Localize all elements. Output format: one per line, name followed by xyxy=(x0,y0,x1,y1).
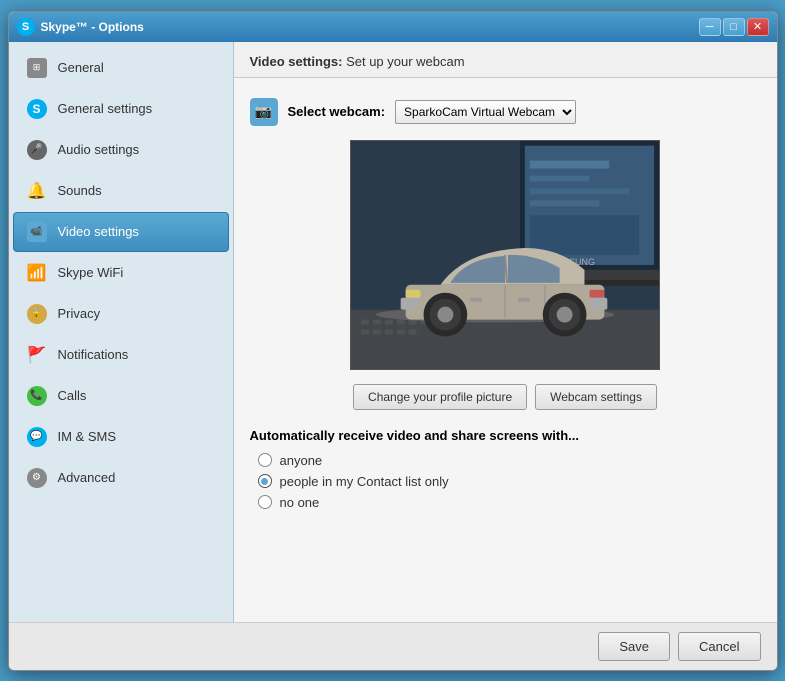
right-panel: Video settings: Set up your webcam 📷 Sel… xyxy=(234,42,777,622)
radio-label-anyone: anyone xyxy=(280,453,323,468)
options-window: S Skype™ - Options ─ □ ✕ ⊞ General S Gen… xyxy=(8,11,778,671)
imsms-icon: 💬 xyxy=(26,426,48,448)
sidebar-label: Skype WiFi xyxy=(58,265,124,280)
video-icon: 📹 xyxy=(26,221,48,243)
auto-receive-label: Automatically receive video and share sc… xyxy=(250,428,761,443)
sidebar-label: General settings xyxy=(58,101,153,116)
webcam-select-row: 📷 Select webcam: SparkoCam Virtual Webca… xyxy=(250,98,761,126)
webcam-settings-button[interactable]: Webcam settings xyxy=(535,384,657,410)
webcam-icon: 📷 xyxy=(250,98,278,126)
app-icon: S xyxy=(17,18,35,36)
sidebar-item-im-sms[interactable]: 💬 IM & SMS xyxy=(13,417,229,457)
audio-icon: 🎤 xyxy=(26,139,48,161)
calls-icon: 📞 xyxy=(26,385,48,407)
bottom-bar: Save Cancel xyxy=(9,622,777,670)
title-bar: S Skype™ - Options ─ □ ✕ xyxy=(9,12,777,42)
window-controls: ─ □ ✕ xyxy=(699,18,769,36)
webcam-label: Select webcam: xyxy=(288,104,386,119)
main-content: ⊞ General S General settings 🎤 Audio set… xyxy=(9,42,777,622)
window-title: Skype™ - Options xyxy=(41,20,699,34)
sidebar-item-advanced[interactable]: ⚙ Advanced xyxy=(13,458,229,498)
privacy-icon: 🔒 xyxy=(26,303,48,325)
sidebar-label: Advanced xyxy=(58,470,116,485)
sidebar-item-video-settings[interactable]: 📹 Video settings xyxy=(13,212,229,252)
radio-no-one[interactable] xyxy=(258,495,272,509)
panel-header: Video settings: Set up your webcam xyxy=(234,42,777,78)
radio-contact-list[interactable] xyxy=(258,474,272,488)
maximize-button[interactable]: □ xyxy=(723,18,745,36)
radio-item-anyone[interactable]: anyone xyxy=(258,453,761,468)
sidebar-label: Video settings xyxy=(58,224,139,239)
sidebar-label: IM & SMS xyxy=(58,429,117,444)
auto-receive-radio-group: anyone people in my Contact list only no… xyxy=(250,453,761,510)
sidebar-label: Calls xyxy=(58,388,87,403)
close-button[interactable]: ✕ xyxy=(747,18,769,36)
sidebar-label: Notifications xyxy=(58,347,129,362)
sidebar-item-general[interactable]: ⊞ General xyxy=(13,48,229,88)
change-profile-picture-button[interactable]: Change your profile picture xyxy=(353,384,527,410)
sidebar: ⊞ General S General settings 🎤 Audio set… xyxy=(9,42,234,622)
radio-item-no-one[interactable]: no one xyxy=(258,495,761,510)
sidebar-item-notifications[interactable]: 🚩 Notifications xyxy=(13,335,229,375)
sidebar-item-skype-wifi[interactable]: 📶 Skype WiFi xyxy=(13,253,229,293)
radio-label-no-one: no one xyxy=(280,495,320,510)
minimize-button[interactable]: ─ xyxy=(699,18,721,36)
cancel-button[interactable]: Cancel xyxy=(678,632,760,661)
sounds-icon: 🔔 xyxy=(26,180,48,202)
sidebar-label: Sounds xyxy=(58,183,102,198)
webcam-preview-image: SAMSUNG xyxy=(351,141,659,369)
general-icon: ⊞ xyxy=(26,57,48,79)
radio-anyone[interactable] xyxy=(258,453,272,467)
sidebar-item-general-settings[interactable]: S General settings xyxy=(13,89,229,129)
radio-label-contact-list: people in my Contact list only xyxy=(280,474,449,489)
sidebar-label: Privacy xyxy=(58,306,101,321)
sidebar-label: Audio settings xyxy=(58,142,140,157)
wifi-icon: 📶 xyxy=(26,262,48,284)
skype-icon: S xyxy=(26,98,48,120)
panel-header-text: Video settings: Set up your webcam xyxy=(250,54,465,69)
panel-header-strong: Video settings: xyxy=(250,54,343,69)
radio-item-contact-list[interactable]: people in my Contact list only xyxy=(258,474,761,489)
sidebar-label: General xyxy=(58,60,104,75)
advanced-icon: ⚙ xyxy=(26,467,48,489)
notifications-icon: 🚩 xyxy=(26,344,48,366)
sidebar-item-audio-settings[interactable]: 🎤 Audio settings xyxy=(13,130,229,170)
sidebar-item-sounds[interactable]: 🔔 Sounds xyxy=(13,171,229,211)
webcam-preview: SAMSUNG xyxy=(350,140,660,370)
panel-body: 📷 Select webcam: SparkoCam Virtual Webca… xyxy=(234,78,777,622)
sidebar-item-calls[interactable]: 📞 Calls xyxy=(13,376,229,416)
sidebar-item-privacy[interactable]: 🔒 Privacy xyxy=(13,294,229,334)
panel-header-rest: Set up your webcam xyxy=(342,54,464,69)
webcam-dropdown[interactable]: SparkoCam Virtual WebcamDefault Webcam xyxy=(395,100,576,124)
save-button[interactable]: Save xyxy=(598,632,670,661)
profile-webcam-buttons: Change your profile picture Webcam setti… xyxy=(250,384,761,410)
